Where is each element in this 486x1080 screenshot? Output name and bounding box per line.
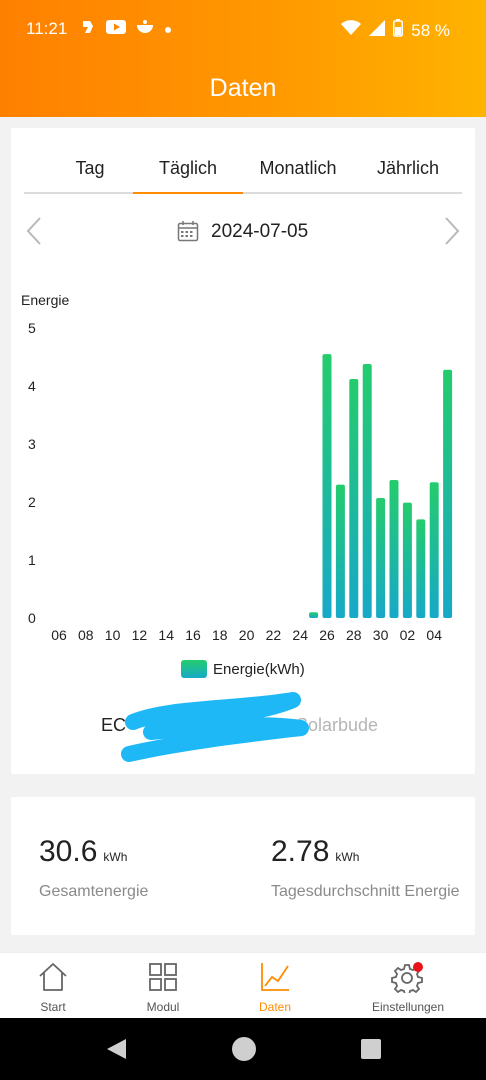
- average-energy-unit: kWh: [335, 850, 360, 864]
- system-navigation-bar: [0, 1018, 486, 1080]
- status-bar: 11:21 58 %: [0, 0, 486, 60]
- x-tick-label: 02: [400, 627, 416, 643]
- battery-icon: [393, 19, 404, 42]
- recents-button[interactable]: [360, 1038, 382, 1065]
- youtube-icon: [106, 20, 126, 39]
- chart-card: Tag Täglich Monatlich Jährlich 2024-07-0…: [11, 128, 475, 774]
- x-tick-label: 18: [212, 627, 228, 643]
- bar-29: [362, 363, 372, 618]
- bar-25: [309, 612, 319, 618]
- x-tick-label: 30: [373, 627, 389, 643]
- next-date-button[interactable]: [443, 216, 461, 251]
- y-tick-label: 3: [28, 436, 36, 452]
- home-button[interactable]: [231, 1036, 257, 1067]
- nav-modul[interactable]: Modul: [108, 961, 218, 1014]
- y-axis-label: Energie: [21, 292, 69, 308]
- total-energy-value: 30.6: [39, 835, 98, 868]
- x-tick-label: 04: [426, 627, 442, 643]
- status-right: 58 %: [341, 19, 450, 42]
- nav-daten[interactable]: Daten: [220, 961, 330, 1014]
- app-header: 11:21 58 % Daten: [0, 0, 486, 117]
- tab-tag[interactable]: Tag: [35, 158, 145, 179]
- nav-einstellungen[interactable]: Einstellungen: [353, 961, 463, 1014]
- notification-badge: [413, 962, 423, 972]
- dot-icon: [164, 21, 172, 39]
- redaction-scribble: [121, 692, 309, 762]
- x-tick-label: 24: [292, 627, 308, 643]
- tab-monatlich[interactable]: Monatlich: [243, 158, 353, 179]
- amazon-icon: [80, 18, 96, 41]
- bar-27: [335, 484, 345, 618]
- tab-taeglich[interactable]: Täglich: [133, 158, 243, 179]
- active-tab-indicator: [133, 192, 243, 194]
- gear-icon: [391, 962, 423, 996]
- back-icon: [107, 1039, 126, 1059]
- total-energy-unit: kWh: [103, 850, 128, 864]
- energy-bar-chart: Energie01234506 08 10 12 14 16 18 20 22 24 26 28 30 0…: [21, 292, 453, 643]
- chevron-right-icon: [445, 217, 460, 245]
- bowl-icon: [136, 20, 154, 39]
- page-title: Daten: [209, 74, 277, 102]
- y-tick-label: 5: [28, 320, 36, 336]
- x-tick-label: 06: [51, 627, 67, 643]
- average-energy-label: Tagesdurchschnitt Energie: [271, 883, 460, 900]
- battery-percent: 58 %: [411, 20, 450, 40]
- legend-swatch: [181, 660, 207, 678]
- bar-03: [416, 519, 426, 618]
- y-tick-label: 1: [28, 552, 36, 568]
- x-tick-label: 22: [266, 627, 282, 643]
- total-energy-label: Gesamtenergie: [39, 883, 149, 900]
- status-time: 11:21: [26, 19, 68, 38]
- y-tick-label: 4: [28, 378, 36, 394]
- bar-01: [389, 479, 399, 618]
- x-tick-label: 26: [319, 627, 335, 643]
- bar-28: [349, 379, 359, 618]
- bar-05: [443, 369, 453, 618]
- signal-icon: [369, 20, 386, 41]
- home-circle-icon: [232, 1037, 256, 1061]
- x-tick-label: 08: [78, 627, 94, 643]
- nav-start-label: Start: [40, 1000, 66, 1014]
- chevron-left-icon: [26, 217, 41, 245]
- home-icon: [39, 963, 67, 991]
- tab-jaehrlich[interactable]: Jährlich: [353, 158, 463, 179]
- calendar-icon[interactable]: [177, 220, 199, 247]
- nav-daten-label: Daten: [258, 1000, 292, 1014]
- average-energy-stat: 2.78 kWh Tagesdurchschnitt Energie: [271, 835, 460, 901]
- period-tabs: Tag Täglich Monatlich Jährlich: [24, 128, 462, 194]
- x-tick-label: 28: [346, 627, 362, 643]
- x-tick-label: 14: [158, 627, 174, 643]
- nav-einstellungen-label: Einstellungen: [371, 1000, 445, 1014]
- total-energy-stat: 30.6 kWh Gesamtenergie: [39, 835, 148, 901]
- nav-modul-label: Modul: [146, 1000, 180, 1014]
- legend-label: Energie(kWh): [213, 660, 305, 678]
- average-energy-value: 2.78: [271, 835, 330, 868]
- date-selector: 2024-07-05: [11, 214, 475, 250]
- x-tick-label: 10: [105, 627, 121, 643]
- stats-card: 30.6 kWh Gesamtenergie 2.78 kWh Tagesdurch…: [11, 797, 475, 935]
- bar-04: [429, 482, 439, 618]
- y-tick-label: 0: [28, 610, 36, 626]
- x-tick-label: 12: [132, 627, 148, 643]
- chart-icon: [261, 963, 289, 991]
- x-tick-label: 16: [185, 627, 201, 643]
- bar-30: [376, 497, 386, 618]
- bar-26: [322, 354, 332, 618]
- y-tick-label: 2: [28, 494, 36, 510]
- bottom-navigation: Start Modul Daten Einstellungen: [0, 952, 486, 1018]
- wifi-icon: [341, 20, 362, 41]
- chart-legend: Energie(kWh): [181, 660, 305, 678]
- bar-02: [402, 502, 412, 618]
- recents-icon: [361, 1039, 381, 1059]
- notification-icons: [80, 18, 172, 41]
- nav-start[interactable]: Start: [0, 961, 108, 1014]
- back-button[interactable]: [104, 1037, 128, 1066]
- x-tick-label: 20: [239, 627, 255, 643]
- prev-date-button[interactable]: [25, 216, 43, 251]
- device-row: EC Solarbude: [11, 692, 475, 762]
- selected-date[interactable]: 2024-07-05: [211, 221, 308, 243]
- grid-icon: [149, 963, 177, 991]
